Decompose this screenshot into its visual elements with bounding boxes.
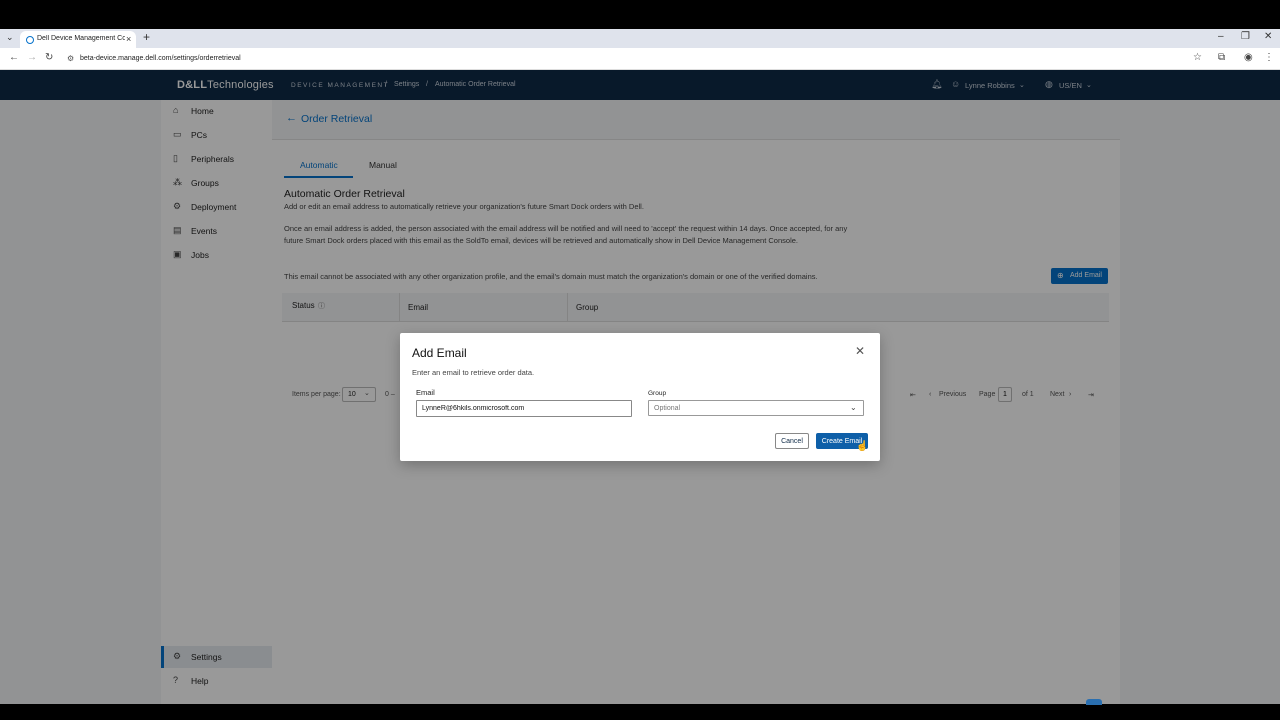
site-info-icon[interactable]: ⚙ <box>67 54 74 63</box>
extensions-icon[interactable]: ⧉ <box>1218 52 1225 63</box>
browser-toolbar: ← → ↻ ⚙ beta-device.manage.dell.com/sett… <box>0 48 1280 70</box>
group-select[interactable]: Optional ⌄ <box>648 400 864 416</box>
close-icon[interactable]: ✕ <box>855 344 865 358</box>
address-bar[interactable]: ⚙ beta-device.manage.dell.com/settings/o… <box>64 51 1204 67</box>
back-icon[interactable]: ← <box>9 52 19 63</box>
tab-close-icon[interactable]: × <box>126 34 131 44</box>
dialog-subtitle: Enter an email to retrieve order data. <box>412 368 535 377</box>
forward-icon[interactable]: → <box>27 52 37 63</box>
cancel-button[interactable]: Cancel <box>775 433 809 449</box>
browser-tab[interactable]: Dell Device Management Cons × <box>20 31 136 48</box>
new-tab-icon[interactable]: + <box>143 30 150 44</box>
browser-menu-icon[interactable]: ⋮ <box>1264 52 1274 63</box>
restore-icon[interactable]: ❐ <box>1241 31 1250 42</box>
mouse-pointer-icon: ☝ <box>856 441 869 452</box>
reload-icon[interactable]: ↻ <box>45 52 53 63</box>
dialog-title: Add Email <box>412 346 467 360</box>
minimize-icon[interactable]: – <box>1218 31 1224 42</box>
tab-list-chevron-icon[interactable]: ⌄ <box>6 32 14 43</box>
browser-tab-title: Dell Device Management Cons <box>37 35 125 42</box>
screen: ⌄ Dell Device Management Cons × + – ❐ ✕ … <box>0 0 1280 720</box>
add-email-dialog: Add Email ✕ Enter an email to retrieve o… <box>400 333 880 461</box>
email-field[interactable] <box>416 400 632 417</box>
dell-favicon-icon <box>26 36 34 44</box>
window-close-icon[interactable]: ✕ <box>1264 31 1272 42</box>
profile-icon[interactable]: ◉ <box>1244 52 1253 63</box>
bookmark-star-icon[interactable]: ☆ <box>1193 52 1202 63</box>
taskbar-app-icon[interactable] <box>1086 699 1102 705</box>
browser-tabbar: ⌄ Dell Device Management Cons × + – ❐ ✕ <box>0 29 1280 48</box>
chevron-down-icon: ⌄ <box>850 403 857 412</box>
group-placeholder: Optional <box>654 405 681 412</box>
group-label: Group <box>648 390 667 397</box>
email-label: Email <box>416 388 435 397</box>
url-text: beta-device.manage.dell.com/settings/ord… <box>80 55 241 62</box>
